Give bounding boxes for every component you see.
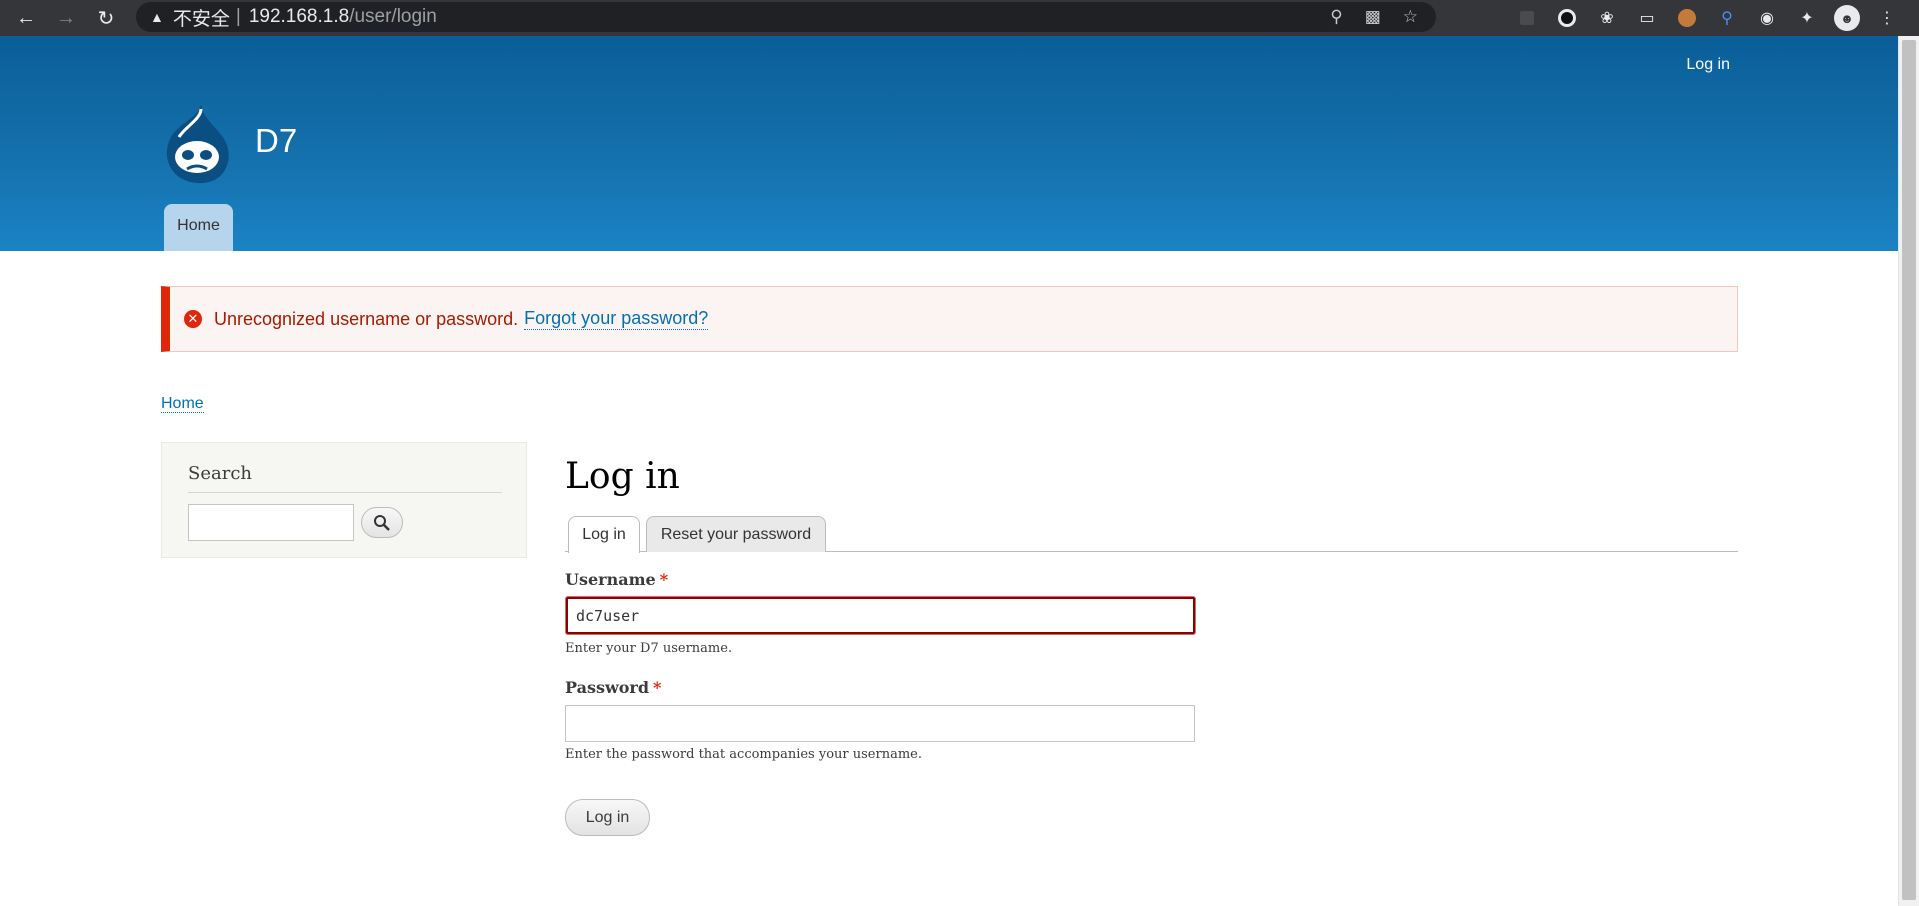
scrollbar-thumb[interactable]: [1902, 40, 1916, 900]
warning-icon: ▲: [150, 9, 164, 25]
password-required-mark: *: [653, 678, 662, 697]
site-name[interactable]: D7: [255, 122, 297, 160]
page-title: Log in: [565, 456, 680, 497]
username-label-text: Username: [565, 570, 656, 589]
forward-arrow-icon[interactable]: →: [52, 4, 80, 32]
username-required-mark: *: [659, 570, 669, 589]
security-label: 不安全: [172, 8, 230, 30]
password-description: Enter the password that accompanies your…: [565, 747, 922, 762]
extension-ring-icon[interactable]: [1554, 5, 1580, 31]
secondary-menu: Log in: [1686, 56, 1730, 74]
magnifier-icon: [374, 514, 390, 531]
username-field[interactable]: dc7user: [566, 597, 1195, 634]
main-menu-home[interactable]: Home: [164, 204, 233, 251]
password-label-text: Password: [565, 678, 650, 697]
error-circle-icon: ✕: [184, 310, 202, 328]
extension-cookie-icon[interactable]: [1674, 5, 1700, 31]
login-submit-button[interactable]: Log in: [565, 799, 650, 836]
extensions-puzzle-icon[interactable]: ✦: [1794, 5, 1820, 31]
password-field[interactable]: [565, 705, 1195, 742]
breadcrumb-home-link[interactable]: Home: [161, 395, 204, 413]
username-label: Username *: [565, 570, 668, 589]
extension-cluster-icon[interactable]: ❀: [1594, 5, 1620, 31]
search-button[interactable]: [361, 507, 403, 538]
url-path: /user/login: [349, 6, 437, 27]
error-text: Unrecognized username or password.: [214, 308, 519, 329]
login-tabs: Log in Reset your password: [565, 516, 1738, 553]
search-block: Search: [161, 442, 527, 558]
forgot-password-link[interactable]: Forgot your password?: [524, 308, 709, 330]
page-scrollbar[interactable]: [1898, 36, 1919, 906]
back-arrow-icon[interactable]: ←: [12, 4, 40, 32]
reload-icon[interactable]: ↻: [92, 4, 120, 32]
error-message: ✕ Unrecognized username or password. For…: [161, 286, 1738, 352]
search-input[interactable]: [188, 504, 354, 541]
bookmark-star-icon[interactable]: ☆: [1403, 7, 1418, 27]
key-icon[interactable]: ⚲: [1330, 7, 1342, 27]
browser-menu-icon[interactable]: ⋮: [1874, 5, 1900, 31]
password-label: Password *: [565, 678, 661, 697]
search-block-title: Search: [188, 463, 502, 493]
site-header: Log in D7 Home: [0, 36, 1898, 251]
tab-reset-password[interactable]: Reset your password: [646, 516, 826, 552]
breadcrumb: Home: [161, 395, 204, 413]
profile-avatar-icon[interactable]: ☻: [1834, 5, 1860, 31]
browser-toolbar: ← → ↻ ▲ 不安全 | 192.168.1.8 /user/login ⚲ …: [0, 0, 1919, 36]
extension-pin-icon[interactable]: ⚲: [1714, 5, 1740, 31]
tab-log-in[interactable]: Log in: [568, 516, 640, 553]
url-host: 192.168.1.8: [248, 6, 350, 27]
address-separator: |: [235, 6, 241, 27]
username-description: Enter your D7 username.: [565, 641, 733, 656]
header-login-link[interactable]: Log in: [1686, 56, 1730, 73]
translate-icon[interactable]: ▩: [1365, 7, 1381, 27]
extension-square-icon[interactable]: [1514, 5, 1540, 31]
address-bar[interactable]: ▲ 不安全 | 192.168.1.8 /user/login ⚲ ▩ ☆: [136, 2, 1436, 32]
extension-glasses-icon[interactable]: ◉: [1754, 5, 1780, 31]
drupal-logo-icon[interactable]: [161, 103, 233, 185]
extension-laptop-icon[interactable]: ▭: [1634, 5, 1660, 31]
